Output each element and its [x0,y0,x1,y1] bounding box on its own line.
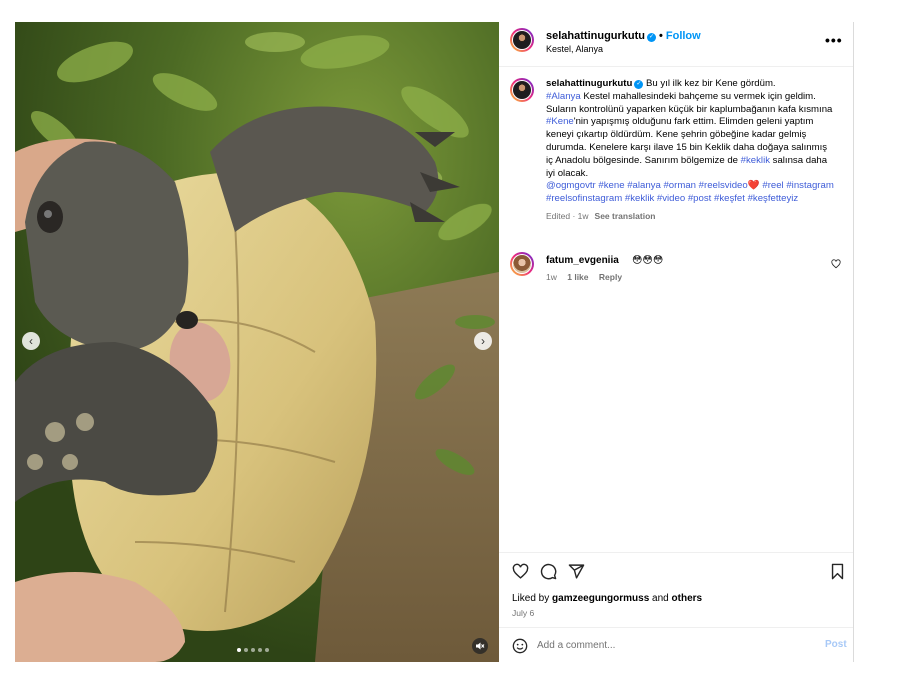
comment-bubble-icon[interactable] [540,563,557,585]
heart-outline-icon[interactable] [831,259,841,272]
verified-badge-icon: ✓ [634,80,644,89]
heart-emoji: ❤️ [747,180,760,192]
post-container: ‹ › selahattinugurkutu ✓ • Follow Kestel, A… [15,22,854,662]
verified-badge-icon: ✓ [647,33,657,42]
next-slide-button[interactable]: › [474,332,492,350]
avatar[interactable] [510,252,534,276]
hashtag-link[interactable]: #keklik [741,155,770,166]
caption-segment: Kestel mahallesindeki bahçeme su vermek … [546,90,833,115]
post-media[interactable]: ‹ › [15,22,499,662]
avatar[interactable] [510,78,534,102]
avatar[interactable] [510,28,534,52]
add-comment-bar: Post [499,627,853,664]
comment-username[interactable]: fatum_evgeniia [546,255,619,266]
carousel-dot [244,648,248,652]
carousel-dot [258,648,262,652]
post-comment-button[interactable]: Post [825,639,847,650]
hashtag-link[interactable]: #Alanya [546,91,581,102]
emoji-smiley-icon[interactable] [512,638,528,659]
caption-segment: Bu yıl ilk kez bir Kene gördüm. [643,78,776,89]
carousel-dot [265,648,269,652]
comment-item: fatum_evgeniia 😳😳😳 1w 1 like Reply [510,252,841,292]
post-side-panel: selahattinugurkutu ✓ • Follow Kestel, Alany… [499,22,853,662]
hashtag-link[interactable]: #Kene [546,116,574,127]
share-paper-plane-icon[interactable] [568,563,585,585]
reply-button[interactable]: Reply [599,272,622,282]
carousel-dot [251,648,255,652]
bookmark-icon[interactable] [830,563,845,585]
carousel-indicator [237,648,269,652]
see-translation-link[interactable]: See translation [595,211,656,221]
liked-by-summary: Liked by gamzeegungormuss and others [512,593,702,604]
tortoise-photo [15,22,499,662]
previous-slide-button[interactable]: ‹ [22,332,40,350]
comment-time: 1w [546,272,557,282]
like-heart-icon[interactable] [512,563,529,585]
comment-input[interactable] [537,636,807,654]
liked-by-prefix: Liked by [512,593,553,604]
follow-button[interactable]: Follow [666,30,701,42]
post-header: selahattinugurkutu ✓ • Follow Kestel, Alany… [499,22,853,67]
comment-text: 😳😳😳 [632,255,664,266]
caption-text: selahattinugurkutu ✓ Bu yıl ilk kez bir K… [546,78,836,223]
post-date: July 6 [512,608,535,618]
comment-likes[interactable]: 1 like [567,272,588,282]
carousel-dot [237,648,241,652]
liked-by-and: and [649,593,672,604]
location-link[interactable]: Kestel, Alanya [546,44,603,54]
post-actions: Liked by gamzeegungormuss and others Jul… [499,552,853,663]
more-options-icon[interactable]: ••• [825,32,843,48]
caption-username[interactable]: selahattinugurkutu [546,78,632,89]
hashtag-list[interactable]: @ogmgovtr #kene #alanya #orman #reelsvid… [546,180,748,191]
liked-by-others[interactable]: others [672,593,703,604]
speaker-muted-icon[interactable] [472,638,488,654]
author-username[interactable]: selahattinugurkutu [546,30,645,42]
liked-by-user[interactable]: gamzeegungormuss [552,593,649,604]
separator-dot: • [659,30,663,42]
edited-timestamp: Edited · 1w [546,210,589,221]
